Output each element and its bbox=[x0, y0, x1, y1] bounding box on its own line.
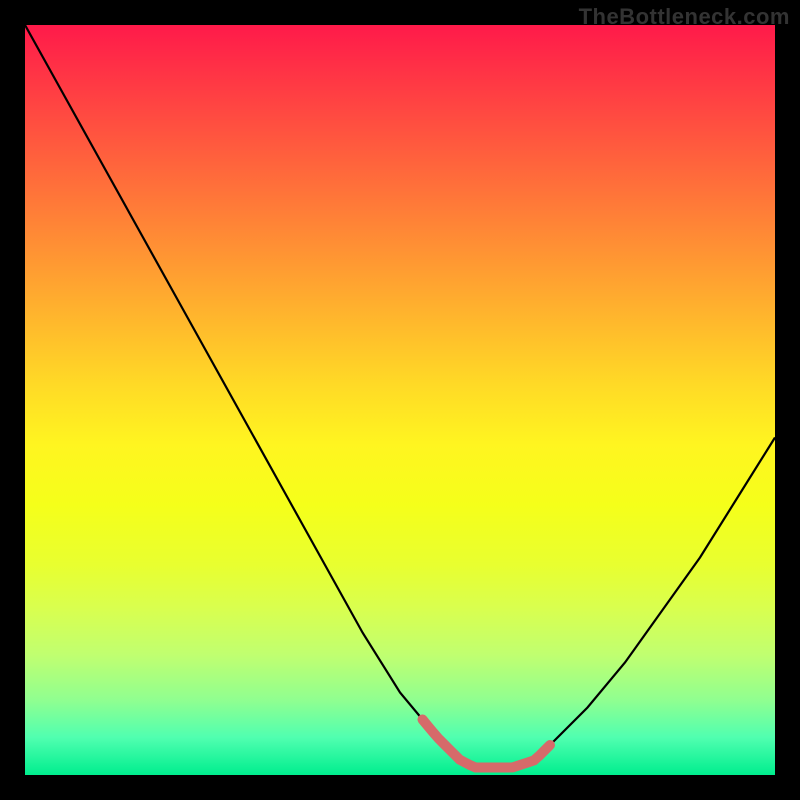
highlight-band bbox=[423, 720, 551, 768]
bottleneck-curve bbox=[25, 25, 775, 775]
plot-area bbox=[25, 25, 775, 775]
watermark-text: TheBottleneck.com bbox=[579, 4, 790, 30]
curve-path bbox=[25, 25, 775, 768]
